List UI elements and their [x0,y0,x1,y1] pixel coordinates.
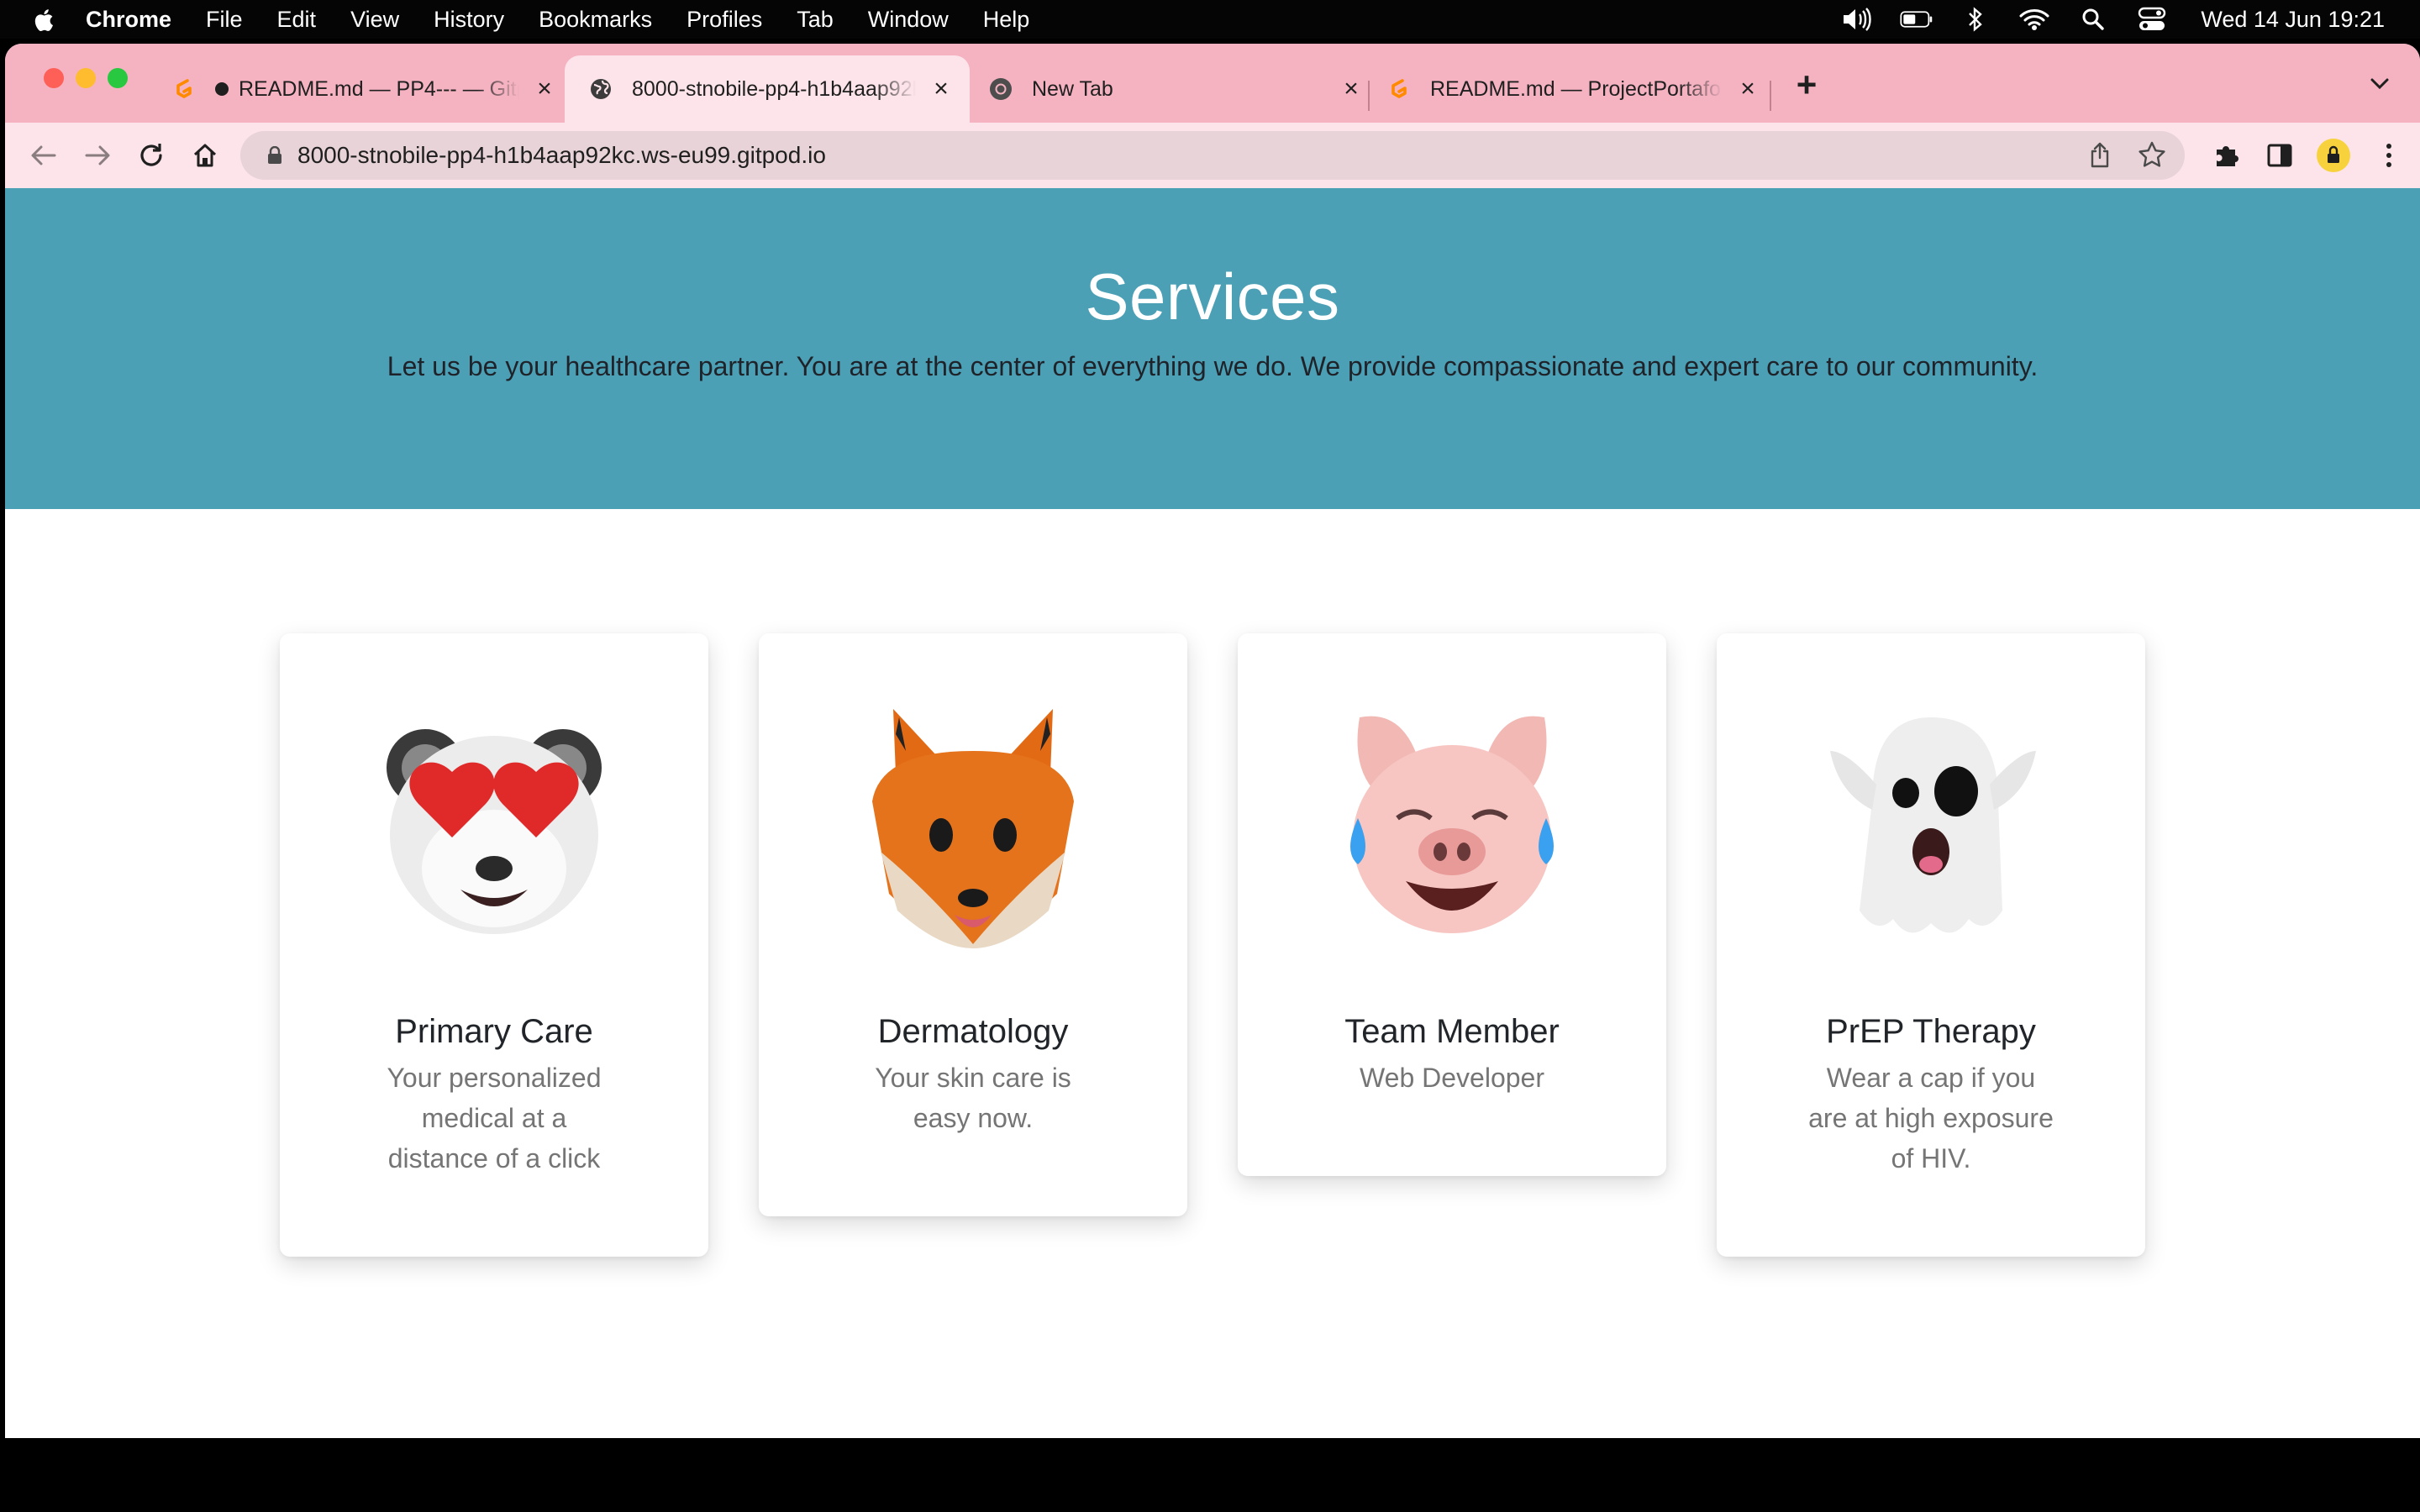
control-center-icon[interactable] [2135,7,2169,32]
gitpod-icon [171,76,197,102]
card-text: Web Developer [1360,1063,1544,1093]
tab-close-icon[interactable]: × [928,75,955,102]
card-title: PrEP Therapy [1826,1013,2036,1050]
url-text[interactable]: 8000-stnobile-pp4-h1b4aap92kc.ws-eu99.gi… [297,131,826,180]
web-page: Services Let us be your healthcare partn… [5,188,2420,1438]
side-panel-icon[interactable] [2262,138,2297,173]
tab-separator [1770,81,1771,111]
pig-laughing-icon [1350,716,1554,933]
menu-file[interactable]: File [206,7,243,33]
card-title: Primary Care [395,1013,593,1050]
unsaved-dot-icon [215,82,229,96]
menu-view[interactable]: View [350,7,399,33]
service-card-dermatology[interactable]: Dermatology Your skin care is easy now. [759,633,1187,1216]
wifi-icon[interactable] [2018,7,2051,32]
team-member-card[interactable]: Team Member Web Developer [1238,633,1666,1176]
service-card-prep-therapy[interactable]: PrEP Therapy Wear a cap if you are at hi… [1717,633,2145,1257]
gitpod-icon [1386,76,1412,102]
volume-icon[interactable] [1841,7,1875,32]
services-hero: Services Let us be your healthcare partn… [5,188,2420,509]
lock-icon[interactable] [267,145,282,165]
chevron-down-icon[interactable] [2366,71,2393,97]
menubar-clock[interactable]: Wed 14 Jun 19:21 [2201,7,2385,33]
reload-icon[interactable] [134,139,168,172]
close-window-button[interactable] [44,68,64,88]
menu-bookmarks[interactable]: Bookmarks [539,7,652,33]
tab-localhost-active[interactable]: 8000-stnobile-pp4-h1b4aap92kc.ws-eu99.gi… [565,55,970,123]
profile-avatar-icon[interactable] [2316,138,2351,173]
zoom-window-button[interactable] [108,68,128,88]
new-tab-button[interactable]: + [1787,65,1826,104]
card-title: Team Member [1344,1013,1560,1050]
globe-icon [588,76,613,102]
tab-readme-projectportafolio[interactable]: README.md — ProjectPortafolio × [1386,55,1761,123]
tab-title: README.md — PP4--- — Gitpod [239,76,519,101]
apple-logo-icon[interactable] [34,8,54,32]
tab-separator [1368,81,1370,111]
address-bar[interactable]: 8000-stnobile-pp4-h1b4aap92kc.ws-eu99.gi… [240,131,2185,180]
spotlight-search-icon[interactable] [2076,7,2110,32]
menu-profiles[interactable]: Profiles [687,7,762,33]
panda-heart-eyes-icon [387,729,602,934]
card-text: Your personalized medical at a distance … [387,1063,602,1173]
bookmark-star-icon[interactable] [2136,139,2168,171]
browser-window: README.md — PP4--- — Gitpod × 8000-stnob… [5,44,2420,1438]
service-card-primary-care[interactable]: Primary Care Your personalized medical a… [280,633,708,1257]
more-menu-icon[interactable] [2371,138,2407,173]
menu-tab[interactable]: Tab [797,7,834,33]
share-icon[interactable] [2086,141,2114,170]
menu-help[interactable]: Help [983,7,1030,33]
browser-toolbar: 8000-stnobile-pp4-h1b4aap92kc.ws-eu99.gi… [5,123,2420,188]
fox-icon [872,709,1074,948]
home-icon[interactable] [188,139,222,172]
tab-title: README.md — ProjectPortafolio [1430,76,1723,101]
forward-arrow-icon[interactable] [81,139,114,172]
tab-new-tab[interactable]: New Tab × [988,55,1365,123]
tab-close-icon[interactable]: × [1338,75,1365,102]
card-title: Dermatology [877,1013,1069,1050]
card-text: Wear a cap if you are at high exposure o… [1808,1063,2054,1173]
hero-subtitle: Let us be your healthcare partner. You a… [387,351,2039,381]
tab-readme-pp4[interactable]: README.md — PP4--- — Gitpod × [171,55,558,123]
tab-strip: README.md — PP4--- — Gitpod × 8000-stnob… [5,44,2420,123]
bluetooth-icon[interactable] [1959,7,1992,32]
macos-menu-bar: Chrome File Edit View History Bookmarks … [0,0,2420,39]
menu-app-name[interactable]: Chrome [86,7,171,33]
menu-history[interactable]: History [434,7,504,33]
menu-edit[interactable]: Edit [277,7,317,33]
page-title: Services [1085,260,1340,333]
tab-close-icon[interactable]: × [531,75,558,102]
back-arrow-icon[interactable] [27,139,60,172]
menu-window[interactable]: Window [868,7,949,33]
tab-title: 8000-stnobile-pp4-h1b4aap92kc.ws-eu99.gi… [632,76,916,101]
tab-close-icon[interactable]: × [1734,75,1761,102]
ghost-icon [1830,717,2036,933]
extensions-puzzle-icon[interactable] [2208,138,2244,173]
minimize-window-button[interactable] [76,68,96,88]
tab-title: New Tab [1032,76,1113,101]
battery-icon[interactable] [1900,7,1933,32]
card-text: Your skin care is easy now. [875,1063,1071,1133]
chrome-icon [988,76,1013,102]
